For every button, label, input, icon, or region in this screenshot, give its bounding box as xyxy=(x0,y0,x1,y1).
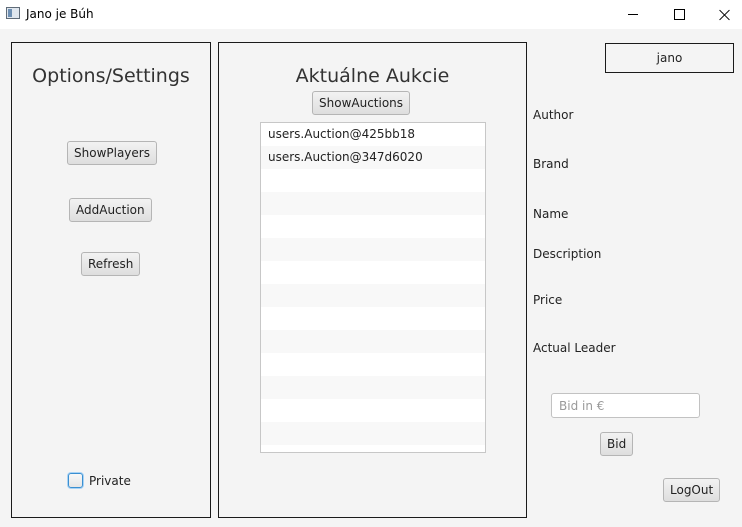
auction-list-item[interactable] xyxy=(261,399,485,422)
description-label: Description xyxy=(533,247,602,261)
logout-button[interactable]: LogOut xyxy=(663,478,721,502)
auction-list-item[interactable]: users.Auction@347d6020 xyxy=(261,146,485,169)
close-icon xyxy=(719,9,731,21)
options-title: Options/Settings xyxy=(32,65,190,87)
minimize-icon xyxy=(628,14,638,15)
auction-list-item[interactable] xyxy=(261,192,485,215)
auction-list-item[interactable]: users.Auction@425bb18 xyxy=(261,123,485,146)
auction-list-item[interactable] xyxy=(261,238,485,261)
username-box: jano xyxy=(605,43,734,73)
author-label: Author xyxy=(533,108,574,122)
maximize-icon xyxy=(673,9,685,20)
auction-list-item[interactable] xyxy=(261,376,485,399)
auction-list-item[interactable] xyxy=(261,307,485,330)
auction-list-item[interactable] xyxy=(261,353,485,376)
show-players-button[interactable]: ShowPlayers xyxy=(67,141,157,165)
private-checkbox-row[interactable]: Private xyxy=(68,473,131,488)
window-title: Jano je Búh xyxy=(26,7,94,21)
auctions-title: Aktuálne Aukcie xyxy=(295,65,450,87)
add-auction-button[interactable]: AddAuction xyxy=(69,198,152,222)
options-panel: Options/Settings ShowPlayers AddAuction … xyxy=(11,42,211,518)
name-label: Name xyxy=(533,207,569,221)
window-titlebar[interactable]: Jano je Búh xyxy=(0,0,742,29)
auction-list-item[interactable] xyxy=(261,261,485,284)
auction-list-item[interactable] xyxy=(261,215,485,238)
price-label: Price xyxy=(533,293,563,307)
private-checkbox-label: Private xyxy=(89,473,131,488)
auctions-panel: Aktuálne Aukcie ShowAuctions users.Aucti… xyxy=(218,42,527,518)
auction-list-item[interactable] xyxy=(261,330,485,353)
brand-label: Brand xyxy=(533,157,569,171)
private-checkbox[interactable] xyxy=(68,473,83,488)
bid-button[interactable]: Bid xyxy=(600,432,634,456)
maximize-button[interactable] xyxy=(656,0,702,29)
auctions-list[interactable]: users.Auction@425bb18 users.Auction@347d6… xyxy=(260,122,486,453)
auction-list-item[interactable] xyxy=(261,422,485,445)
refresh-button[interactable]: Refresh xyxy=(81,252,141,276)
actual-leader-label: Actual Leader xyxy=(533,341,616,355)
minimize-button[interactable] xyxy=(610,0,656,29)
auction-list-item[interactable] xyxy=(261,169,485,192)
close-button[interactable] xyxy=(702,0,742,29)
bid-input[interactable] xyxy=(551,393,700,418)
auction-list-item[interactable] xyxy=(261,284,485,307)
show-auctions-button[interactable]: ShowAuctions xyxy=(312,91,411,115)
app-window-icon xyxy=(6,7,20,19)
